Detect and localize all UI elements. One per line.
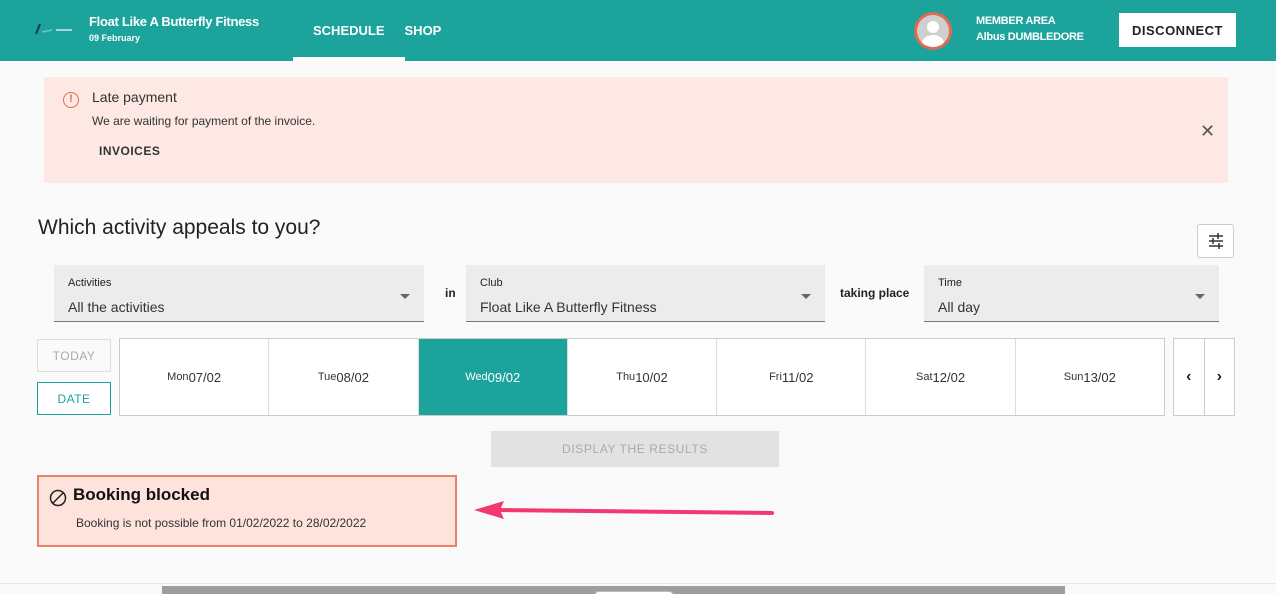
blocked-text: Booking is not possible from 01/02/2022 …: [76, 516, 367, 530]
in-label: in: [445, 286, 456, 300]
member-name: Albus DUMBLEDORE: [976, 31, 1084, 43]
day-tue[interactable]: Tue 08/02: [269, 339, 419, 415]
sliders-icon: [1208, 233, 1223, 249]
brand-name: Float Like A Butterfly Fitness: [89, 14, 259, 29]
day-sat[interactable]: Sat 12/02: [866, 339, 1016, 415]
brand[interactable]: Float Like A Butterfly Fitness 09 Februa…: [89, 14, 259, 43]
time-select[interactable]: Time All day: [924, 265, 1219, 322]
day-date: 09/02: [487, 369, 521, 385]
taking-place-label: taking place: [840, 286, 910, 300]
week-navigation: ‹ ›: [1173, 338, 1235, 416]
today-button[interactable]: TODAY: [37, 339, 111, 372]
day-selector: Mon 07/02 Tue 08/02 Wed 09/02 Thu 10/02 Fri 11/02…: [119, 338, 1165, 416]
display-results-button[interactable]: DISPLAY THE RESULTS: [491, 431, 779, 467]
time-label: Time: [938, 277, 963, 289]
day-date: 11/02: [781, 369, 814, 385]
club-value: Float Like A Butterfly Fitness: [480, 299, 657, 315]
day-name: Sat: [916, 371, 933, 383]
member-area-label: MEMBER AREA: [976, 15, 1056, 27]
filter-settings-button[interactable]: [1197, 224, 1234, 258]
activities-label: Activities: [68, 277, 112, 289]
activities-value: All the activities: [68, 299, 165, 315]
close-icon[interactable]: ✕: [1200, 121, 1215, 142]
day-date: 08/02: [336, 369, 369, 385]
disconnect-button[interactable]: DISCONNECT: [1119, 13, 1236, 47]
chevron-down-icon: [1195, 294, 1205, 299]
alert-text: We are waiting for payment of the invoic…: [92, 114, 316, 128]
user-icon: [917, 15, 949, 47]
blocked-title: Booking blocked: [73, 485, 210, 504]
chevron-right-icon[interactable]: ›: [1205, 339, 1235, 415]
day-fri[interactable]: Fri 11/02: [717, 339, 867, 415]
late-payment-alert: ! Late payment We are waiting for paymen…: [44, 77, 1228, 183]
day-name: Thu: [616, 371, 636, 383]
main-nav: SCHEDULE SHOP: [293, 0, 441, 61]
day-date: 07/02: [188, 369, 222, 385]
day-name: Tue: [317, 371, 337, 383]
day-wed[interactable]: Wed 09/02: [418, 339, 568, 415]
day-name: Fri: [769, 371, 782, 383]
day-date: 10/02: [635, 369, 668, 385]
brand-logo-icon[interactable]: [30, 22, 76, 36]
annotation-arrow-icon: [474, 501, 774, 519]
page-title: Which activity appeals to you?: [38, 216, 321, 239]
alert-title: Late payment: [92, 89, 177, 105]
avatar[interactable]: [914, 12, 952, 50]
day-name: Mon: [167, 371, 189, 383]
warning-icon: !: [63, 92, 79, 108]
club-select[interactable]: Club Float Like A Butterfly Fitness: [466, 265, 825, 322]
day-date: 12/02: [932, 369, 966, 385]
booking-blocked-notice: Booking blocked Booking is not possible …: [37, 475, 457, 547]
divider: [0, 583, 1276, 584]
club-label: Club: [480, 277, 503, 289]
member-area[interactable]: MEMBER AREA Albus DUMBLEDORE: [976, 13, 1084, 45]
chevron-left-icon[interactable]: ‹: [1174, 339, 1205, 415]
time-value: All day: [938, 299, 981, 315]
day-mon[interactable]: Mon 07/02: [120, 339, 270, 415]
date-button[interactable]: DATE: [37, 382, 111, 415]
activities-select[interactable]: Activities All the activities: [54, 265, 424, 322]
day-name: Sun: [1063, 371, 1084, 383]
brand-date: 09 February: [89, 33, 141, 43]
nav-shop[interactable]: SHOP: [405, 0, 442, 61]
top-header: Float Like A Butterfly Fitness 09 Februa…: [0, 0, 1276, 61]
day-date: 13/02: [1083, 369, 1116, 385]
blocked-icon: [49, 489, 67, 507]
day-thu[interactable]: Thu 10/02: [568, 339, 718, 415]
day-sun[interactable]: Sun 13/02: [1016, 339, 1164, 415]
chevron-down-icon: [801, 294, 811, 299]
chevron-down-icon: [400, 294, 410, 299]
day-name: Wed: [465, 371, 488, 383]
invoices-link[interactable]: INVOICES: [99, 144, 160, 158]
nav-schedule[interactable]: SCHEDULE: [293, 0, 405, 61]
